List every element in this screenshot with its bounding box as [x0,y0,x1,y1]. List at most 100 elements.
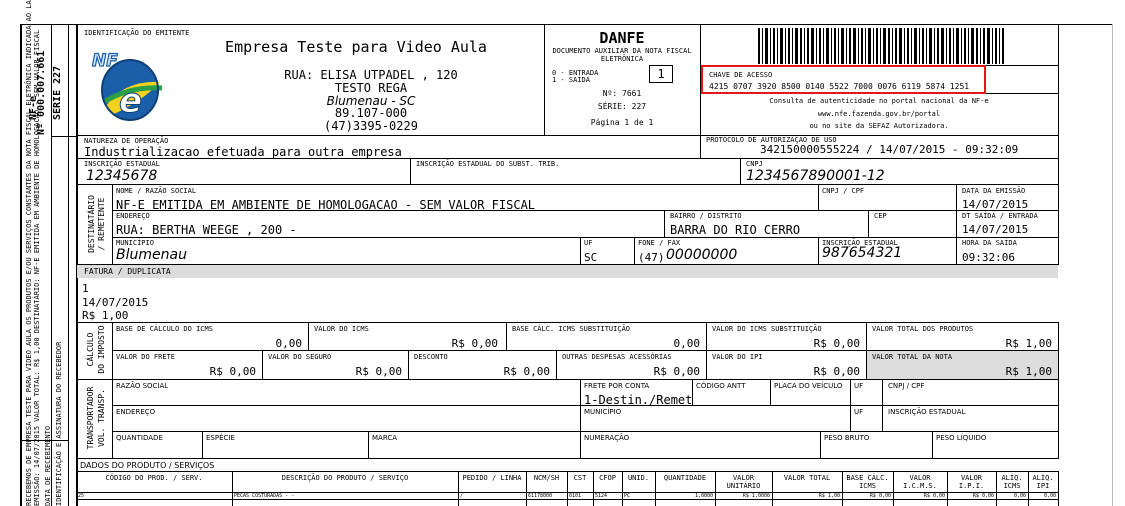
header-divider-1 [544,25,545,135]
svg-text:NF: NF [92,51,118,71]
base-st-value: 0,00 [673,337,701,350]
frame-top [20,24,1112,25]
transp-numeracao-label: NUMERAÇÃO [584,434,630,442]
dest-fone-ddd: (47) [638,251,665,264]
col-descricao-cell: PECAS COSTURADAS - - [234,493,295,499]
stub-text-4: IDENTIFICAÇÃO E ASSINATURA DO RECEBEDOR [55,341,63,506]
tr-d-580 [580,379,581,458]
emitente-district: TESTO REGA [334,81,408,95]
base-icms-label: BASE DE CÁLCULO DO ICMS [116,325,213,333]
dest-r2-div-2 [868,210,869,237]
transp-bottom-line [76,458,1059,459]
stub-text-2: EMISSÃO: 14/07/2015 VALOR TOTAL: R$ 1,00… [33,29,41,506]
fatura-header-bar [77,265,1058,278]
dest-uf-value: SC [584,251,598,264]
transp-antt-label: CÓDIGO ANTT [696,382,746,390]
dest-bairro-value: BARRA DO RIO CERRO [670,223,801,237]
outras-value: R$ 0,00 [653,365,700,378]
stub-text-3: DATA DE RECEBIMENTO [44,425,52,506]
dest-r3-div-2 [634,237,635,264]
col-valor-unitario-cell: R$ 1,0000 [742,493,770,499]
inscricoes-divider-2 [740,158,741,184]
desconto-value: R$ 0,00 [503,365,550,378]
total-prod-value: R$ 1,00 [1005,337,1052,350]
base-st-label: BASE CÁLC. ICMS SUBSTITUIÇÃO [512,325,631,333]
transp-frete-label: FRETE POR CONTA [584,382,650,390]
dest-municipio-label: MUNICÍPIO [116,239,154,247]
ipi-label: VALOR DO IPI [712,353,763,361]
cnpj-value: 1234567890001-12 [746,168,885,184]
imposto-side-label-2: DO IMPOSTO [97,325,106,374]
dest-municipio-value: Blumenau [116,247,187,263]
col-aliq-ipi-cell: 0,00 [1043,493,1056,499]
stub-text-1: RECEBEMOS DE EMPRESA TESTE PARA VIDEO AU… [25,0,33,506]
dest-side-label-2: / REMETENTE [97,197,106,251]
produtos-label: DADOS DO PRODUTO / SERVIÇOS [80,461,215,470]
dest-r2-div-1 [664,210,665,237]
transp-side-label-1: TRANSPORTADOR [86,386,95,450]
total-nota-value: R$ 1,00 [1005,365,1052,378]
dest-right-col-div [956,184,957,264]
transp-right-edge [1058,379,1059,458]
dest-saida-value: 14/07/2015 [962,223,1029,236]
frame-right [1112,24,1113,506]
dest-r3-div-1 [580,237,581,264]
dest-fone-value: 00000000 [666,247,738,263]
total-prod-label: VALOR TOTAL DOS PRODUTOS [872,325,974,333]
seguro-label: VALOR DO SEGURO [268,353,332,361]
fatura-label: FATURA / DUPLICATA [84,267,171,276]
col-cfop-header: CFOP [599,474,616,482]
dest-bairro-label: BAIRRO / DISTRITO [670,212,742,220]
col-cfop-cell: 5124 [595,493,608,499]
col-aliq-ipi-header: ALÍQ. IPI [1032,474,1054,490]
transp-peso-bruto-label: PESO BRUTO [824,434,870,442]
col-unid-header: UNID. [627,474,650,482]
consulta-line-1: Consulta de autenticidade no portal naci… [769,97,989,105]
transp-endereco-label: ENDEREÇO [116,408,156,416]
imposto-bottom-line [76,379,1059,380]
ie-value: 12345678 [86,168,158,184]
header-bottom-line [76,135,1059,136]
dest-emissao-value: 14/07/2015 [962,198,1029,211]
produtos-right-edge [1058,471,1059,506]
danfe-subtitle: DOCUMENTO AUXILIAR DA NOTA FISCAL ELETRÔ… [552,47,692,63]
consulta-line-2[interactable]: www.nfe.fazenda.gov.br/portal [700,110,1058,118]
dest-emissao-label: DATA DA EMISSÃO [962,187,1026,195]
col-cst-header: CST [573,474,587,482]
col-valor-icms-header: VALOR I.C.M.S. [903,474,937,490]
col-quantidade-header: QUANTIDADE [663,474,707,482]
dest-nome-label: NOME / RAZÃO SOCIAL [116,187,197,195]
inscricoes-divider-1 [410,158,411,184]
dest-cep-label: CEP [874,212,887,220]
col-valor-unitario-header: VALOR UNITÁRIO [726,474,761,490]
dest-ie-value: 987654321 [822,245,903,261]
transp-placa-label: PLACA DO VEÍCULO [774,382,843,390]
col-ncm-header: NCM/SH [533,474,560,482]
stub-serie: SÉRIE 227 [52,65,63,120]
emitente-phone: (47)3395-0229 [324,119,418,133]
natureza-label: NATUREZA DE OPERAÇÃO [84,137,169,145]
valor-icms-value: R$ 0,00 [451,337,498,350]
transp-side-label-2: VOL. TRANSP. [97,389,106,447]
inscricoes-bottom-line [76,184,1059,185]
transp-side-divider [112,379,113,458]
dest-hora-label: HORA DA SAÍDA [962,239,1017,247]
tr-d-368 [368,431,369,458]
transp-uf2-label: UF [854,408,864,416]
valor-st-label: VALOR DO ICMS SUBSTITUIÇÃO [712,325,822,333]
total-nota-label: VALOR TOTAL DA NOTA [872,353,953,361]
dest-r3-div-3 [818,237,819,264]
danfe-serie: SÉRIE: 227 [597,102,647,111]
consulta-line-3: ou no site da SEFAZ Autorizadora. [809,122,949,130]
col-aliq-icms-cell: 0,00 [1013,493,1026,499]
col-codigo-header: CÓDIGO DO PROD. / SERV. [105,474,203,482]
natureza-value: Industrializacao efetuada para outra emp… [84,145,402,159]
chave-highlight-box [701,65,986,94]
danfe-pagina: Página 1 de 1 [590,118,654,127]
danfe-tipo-box: 1 [649,65,673,83]
stub-separator [51,136,76,137]
natureza-divider [700,135,701,158]
col-valor-total-header: VALOR TOTAL [783,474,831,482]
imposto-top-line [76,322,1059,323]
transp-uf-label: UF [854,382,864,390]
